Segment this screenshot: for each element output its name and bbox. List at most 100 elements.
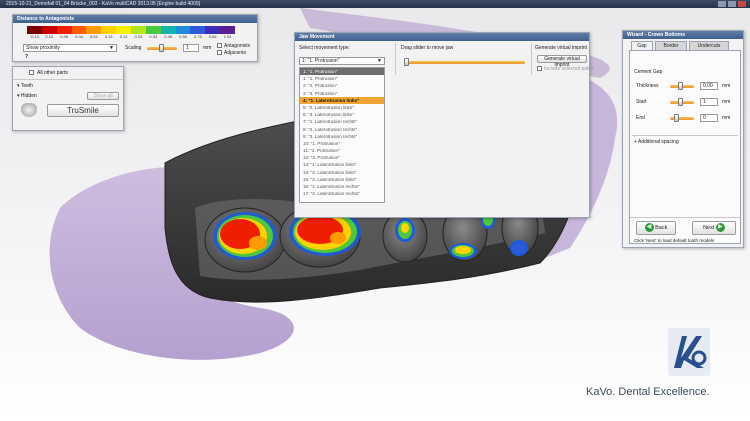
- scaling-input[interactable]: 1: [183, 44, 199, 52]
- scaling-label: Scaling: [125, 45, 142, 51]
- list-item[interactable]: 1: "1. Protrusion": [300, 75, 384, 82]
- color-scale-cell: 0.23: [131, 26, 146, 40]
- list-item[interactable]: 1: "1. Protrusion": [300, 68, 384, 76]
- color-scale-cell: 0.84: [205, 26, 221, 40]
- color-scale-cell: 0.34: [145, 26, 161, 40]
- end-unit: mm: [722, 115, 731, 121]
- color-scale-tick-label: 0.04: [75, 34, 83, 39]
- jaw-slider-handle[interactable]: [404, 58, 409, 66]
- list-item[interactable]: 12: "3. Protrusion": [300, 154, 384, 161]
- end-input[interactable]: 0: [700, 114, 718, 122]
- additional-spacing-label: Additional spacing: [638, 139, 679, 145]
- jaw-slider-track[interactable]: [405, 61, 525, 64]
- thickness-input[interactable]: 0.00: [700, 82, 718, 90]
- tab-gap[interactable]: Gap: [631, 41, 653, 50]
- show-all-label: Show all: [93, 93, 113, 99]
- proximity-panel: Distance to Antagonists -0.13 0.10 0.06 0.0…: [12, 14, 258, 62]
- tab-gap-label: Gap: [637, 43, 647, 49]
- trusmile-label: TruSmile: [67, 106, 99, 115]
- wizard-hint: Click 'Next' to load default tooth model…: [634, 238, 715, 243]
- color-scale-tick-label: 0.14: [104, 34, 113, 39]
- window-controls: [718, 1, 746, 7]
- minimize-button[interactable]: [718, 1, 726, 7]
- hidden-section-label: Hidden: [20, 93, 37, 99]
- list-item[interactable]: 16: "1. Laterotrusion rechts": [300, 183, 384, 190]
- color-scale-tick-label: 0.23: [134, 34, 143, 39]
- color-scale-cell: 0.14: [101, 26, 117, 40]
- color-scale-cell: 0.75: [190, 26, 206, 40]
- start-slider-handle[interactable]: [678, 98, 683, 106]
- 3d-viewport[interactable]: Distance to Antagonists -0.13 0.10 0.06 0.0…: [0, 8, 750, 421]
- movement-type-label: Select movement type:: [299, 45, 350, 51]
- color-scale-tick-label: -0.13: [29, 34, 39, 39]
- adjacents-checkbox[interactable]: [217, 50, 222, 55]
- tab-undercuts-label: Undercuts: [697, 43, 721, 49]
- list-item[interactable]: 7: "1. Laterotrusion rechts": [300, 118, 384, 125]
- color-scale-tick-label: 0.84: [208, 34, 217, 39]
- thickness-unit: mm: [722, 83, 731, 89]
- color-scale-cell: 0.14: [116, 26, 132, 40]
- additional-spacing-toggle[interactable]: + Additional spacing: [634, 139, 679, 145]
- all-other-parts-checkbox[interactable]: [29, 70, 34, 75]
- tab-undercuts[interactable]: Undercuts: [689, 41, 729, 50]
- tab-border-label: Border: [663, 43, 679, 49]
- movement-type-value: 1: "1. Protrusion": [302, 58, 340, 64]
- movement-type-select[interactable]: 1: "1. Protrusion" ▼: [299, 57, 385, 65]
- trusmile-button[interactable]: TruSmile: [47, 104, 119, 117]
- include-paths-checkbox[interactable]: [537, 66, 542, 71]
- jaw-movement-title: Jaw Movement: [295, 33, 589, 41]
- proximity-mode-select[interactable]: Show proximity ▼: [23, 44, 117, 52]
- color-scale-tick-label: 0.04: [89, 34, 98, 39]
- list-item[interactable]: 8: "2. Laterotrusion rechts": [300, 126, 384, 133]
- start-value: 1: [703, 99, 706, 105]
- close-button[interactable]: [738, 1, 746, 7]
- color-scale-cell: 0.45: [160, 26, 176, 40]
- scaling-slider-handle[interactable]: [159, 44, 164, 52]
- brand-tagline: KaVo. Dental Excellence.: [586, 386, 710, 398]
- virtual-imprint-label: Generate virtual imprint: [535, 45, 587, 51]
- list-item[interactable]: 6: "3. Laterotrusion links": [300, 111, 384, 118]
- teeth-section-toggle[interactable]: ▾ Teeth: [17, 83, 33, 89]
- start-unit: mm: [722, 99, 731, 105]
- color-scale-cell: 1.04: [220, 26, 236, 40]
- arrow-left-icon: ◀: [644, 223, 654, 233]
- list-item[interactable]: 9: "3. Laterotrusion rechts": [300, 133, 384, 140]
- list-item[interactable]: 15: "3. Laterotrusion links": [300, 176, 384, 183]
- start-input[interactable]: 1: [700, 98, 718, 106]
- thickness-slider-handle[interactable]: [678, 82, 683, 90]
- thickness-value: 0.00: [703, 83, 713, 89]
- color-scale-cell: 0.56: [175, 26, 191, 40]
- list-item[interactable]: 17: "2. Laterotrusion rechts": [300, 190, 384, 197]
- show-all-button[interactable]: Show all: [87, 92, 119, 100]
- color-scale-cell: 0.04: [71, 26, 87, 40]
- maximize-button[interactable]: [728, 1, 736, 7]
- antagonists-label: Antagonists: [224, 43, 251, 49]
- help-icon[interactable]: ?: [25, 54, 28, 60]
- list-item[interactable]: 14: "2. Laterotrusion links": [300, 169, 384, 176]
- list-item[interactable]: 2: "2. Protrusion": [300, 82, 384, 89]
- cement-gap-heading: Cement Gap: [634, 69, 663, 75]
- thickness-label: Thickness: [636, 83, 659, 89]
- wizard-title: Wizard - Crown Bottoms: [623, 31, 743, 39]
- list-item[interactable]: 13: "1. Laterotrusion links": [300, 161, 384, 168]
- tab-border[interactable]: Border: [655, 41, 687, 50]
- generate-virtual-imprint-button[interactable]: Generate virtual imprint: [537, 55, 587, 68]
- end-value: 0: [703, 115, 706, 121]
- jaw-movement-dialog: Jaw Movement Select movement type: 1: "1…: [294, 32, 594, 218]
- list-item[interactable]: 10: "1. Protrusion": [300, 140, 384, 147]
- list-item[interactable]: 4: "1. Laterotrusion links": [300, 96, 384, 104]
- include-paths-label: Include selected paths: [544, 66, 594, 72]
- hidden-section-toggle[interactable]: ▾ Hidden: [17, 93, 37, 99]
- back-button[interactable]: ◀ Back: [636, 221, 676, 235]
- proximity-color-scale: -0.13 0.10 0.06 0.04 0.04 0.14 0.14 0.23 0.34 0.4…: [27, 26, 236, 40]
- movement-dropdown-list[interactable]: 1: "1. Protrusion" 1: "1. Protrusion" 2: "…: [299, 67, 385, 203]
- end-slider-handle[interactable]: [674, 114, 679, 122]
- next-button[interactable]: Next ▶: [692, 221, 736, 235]
- list-item[interactable]: 11: "2. Protrusion": [300, 147, 384, 154]
- end-label: End: [636, 115, 645, 121]
- arrow-right-icon: ▶: [715, 223, 725, 233]
- color-scale-tick-label: 0.14: [119, 34, 128, 39]
- antagonists-checkbox[interactable]: [217, 43, 222, 48]
- list-item[interactable]: 3: "3. Protrusion": [300, 90, 384, 97]
- list-item[interactable]: 5: "2. Laterotrusion links": [300, 104, 384, 111]
